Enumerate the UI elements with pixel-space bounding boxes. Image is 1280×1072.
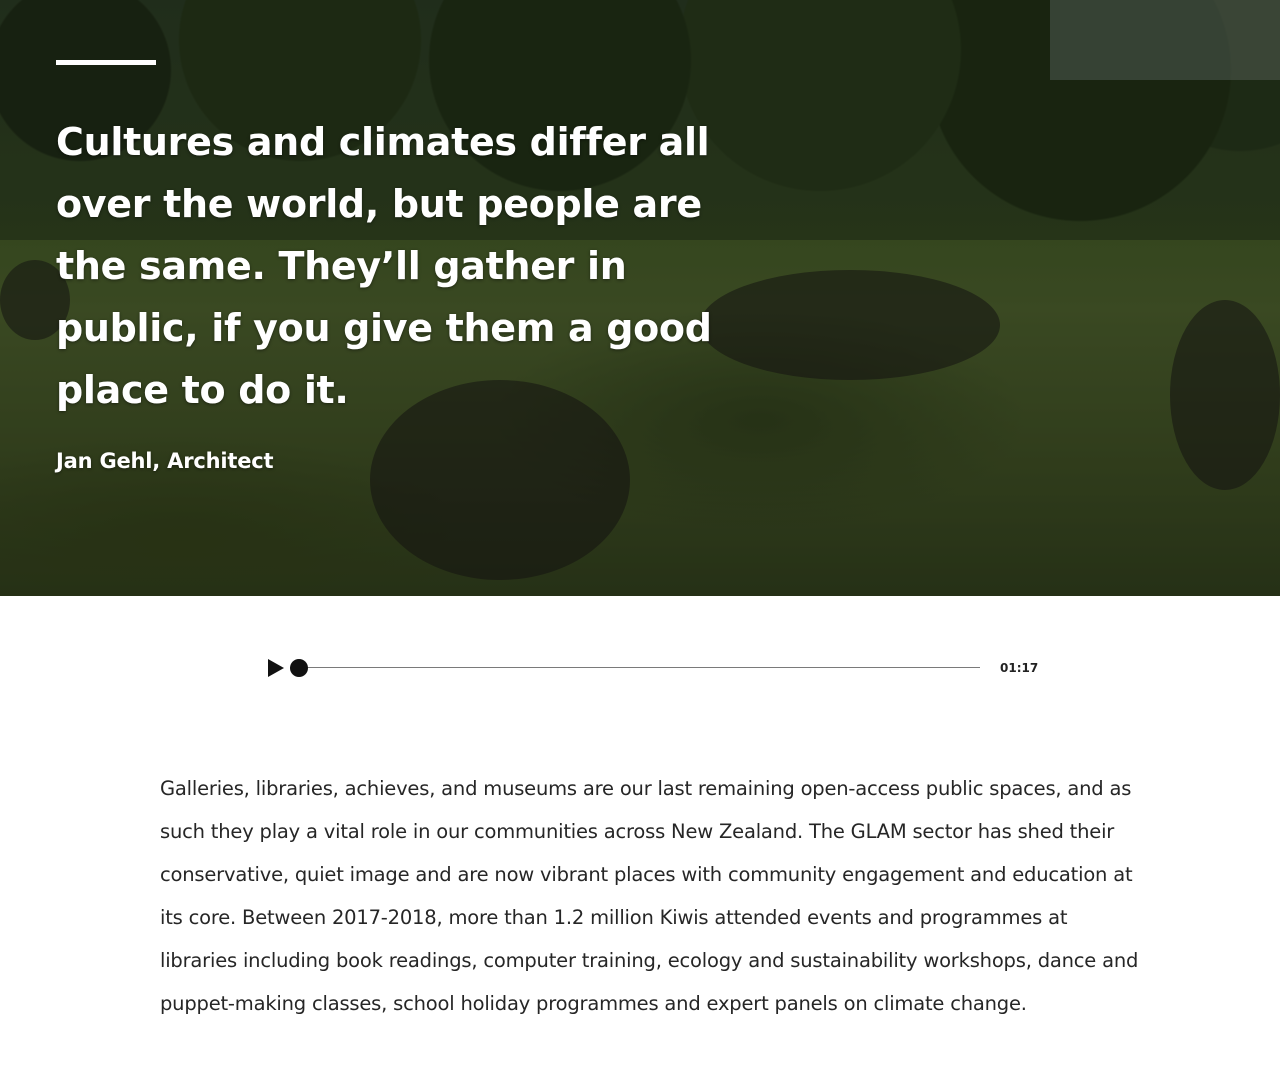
- quote-author: Jan Gehl, Architect: [56, 449, 274, 473]
- audio-progress-line: [290, 667, 980, 668]
- audio-scrubber-handle[interactable]: [290, 659, 308, 677]
- hero-section: Cultures and climates differ all over th…: [0, 0, 1280, 596]
- audio-current-time: 01:17: [1000, 661, 1039, 675]
- audio-player: 01:17: [268, 654, 1038, 682]
- audio-progress-track[interactable]: [290, 658, 980, 678]
- quote-text: Cultures and climates differ all over th…: [56, 120, 712, 412]
- quote-accent-rule: [56, 60, 156, 65]
- play-icon[interactable]: [268, 659, 284, 677]
- pull-quote: Cultures and climates differ all over th…: [56, 60, 716, 473]
- article-paragraph: Galleries, libraries, achieves, and muse…: [160, 777, 1139, 1015]
